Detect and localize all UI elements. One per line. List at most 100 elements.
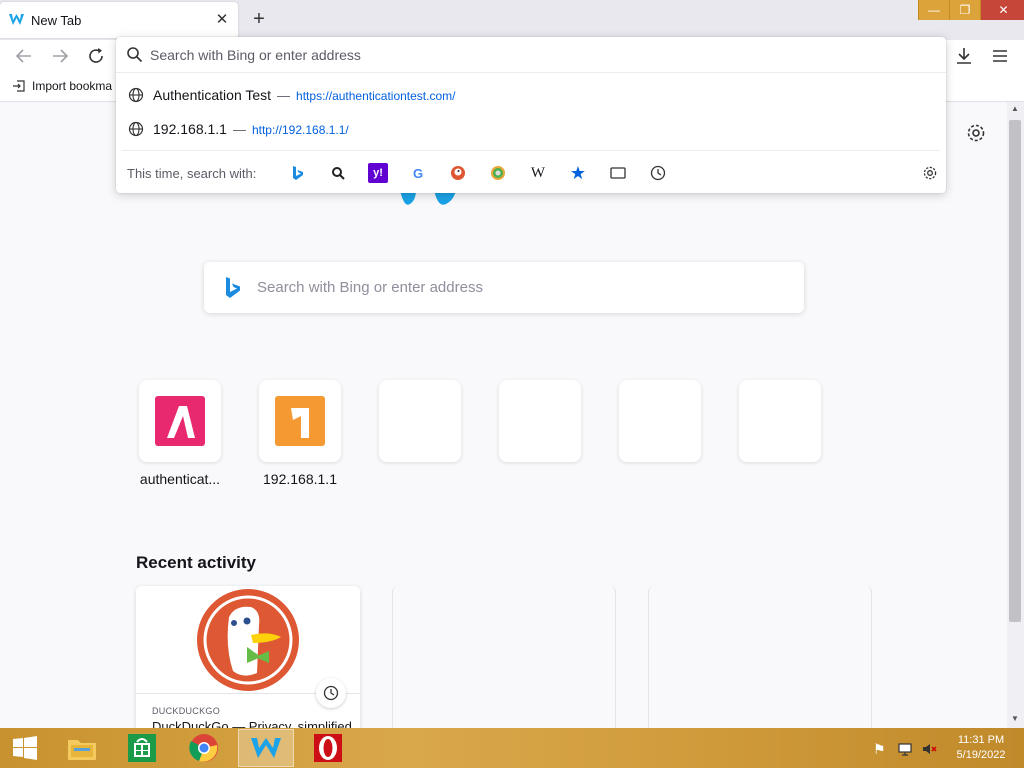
opera-icon xyxy=(314,734,342,762)
startpage-engine-button[interactable] xyxy=(488,163,508,183)
import-bookmarks-label: Import bookma xyxy=(32,79,113,93)
address-input[interactable] xyxy=(150,43,930,67)
tab-title: New Tab xyxy=(31,13,82,28)
duckduckgo-engine-button[interactable] xyxy=(448,163,468,183)
tabs-engine-button[interactable] xyxy=(608,163,628,183)
clock-icon xyxy=(650,165,666,181)
waterfox-logo-icon xyxy=(400,190,456,205)
shortcut-label[interactable]: 192.168.1.1 xyxy=(245,471,355,487)
duckduckgo-icon xyxy=(451,166,465,180)
shortcut-tile-empty[interactable] xyxy=(499,380,581,462)
page-search-placeholder: Search with Bing or enter address xyxy=(257,279,483,296)
volume-muted-icon[interactable] xyxy=(921,741,937,757)
clock-time: 11:31 PM xyxy=(957,734,1005,746)
waterfox-icon xyxy=(9,14,24,25)
wikipedia-engine-button[interactable]: W xyxy=(528,163,548,183)
google-engine-button[interactable]: G xyxy=(408,163,428,183)
store-button[interactable] xyxy=(114,729,170,767)
history-engine-button[interactable] xyxy=(648,163,668,183)
import-bookmarks-item[interactable]: Import bookma xyxy=(12,79,112,93)
bing-engine-button[interactable] xyxy=(288,163,308,183)
page-scrollbar[interactable]: ▲ ▼ xyxy=(1007,102,1024,728)
network-icon[interactable] xyxy=(897,741,913,757)
authentication-tile-icon xyxy=(155,396,205,446)
star-icon: ★ xyxy=(569,162,587,183)
minimize-button[interactable]: — xyxy=(918,0,949,20)
magnifier-icon xyxy=(332,167,345,180)
suggestion-title: Authentication Test xyxy=(153,87,272,103)
shortcut-tile-empty[interactable] xyxy=(379,380,461,462)
tab-icon xyxy=(610,167,626,179)
duckduckgo-logo-icon xyxy=(197,589,299,691)
shortcut-tile-empty[interactable] xyxy=(739,380,821,462)
ebay-engine-button[interactable] xyxy=(328,163,348,183)
import-icon xyxy=(13,80,25,92)
shortcut-tile-empty[interactable] xyxy=(619,380,701,462)
system-clock[interactable]: 11:31 PM 5/19/2022 xyxy=(946,733,1016,763)
clock-icon xyxy=(323,685,339,701)
scrollbar-thumb[interactable] xyxy=(1009,120,1021,622)
page-search-box[interactable]: Search with Bing or enter address xyxy=(204,262,804,313)
recent-activity-heading: Recent activity xyxy=(136,553,256,572)
card-clock-badge xyxy=(316,678,346,708)
gear-icon[interactable] xyxy=(965,122,987,144)
start-button[interactable] xyxy=(0,729,50,767)
folder-icon xyxy=(68,740,96,760)
waterfox-icon xyxy=(251,738,281,758)
action-center-flag-icon[interactable]: ⚑ xyxy=(873,741,889,757)
recent-activity-placeholder xyxy=(392,586,616,746)
bing-icon xyxy=(226,277,240,298)
scroll-up-arrow-icon[interactable]: ▲ xyxy=(1011,104,1019,113)
suggestion-row[interactable]: 192.168.1.1 — http://192.168.1.1/ xyxy=(116,113,946,145)
globe-icon xyxy=(128,121,144,137)
recent-activity-card[interactable]: DUCKDUCKGO DuckDuckGo — Privacy, simplif… xyxy=(136,586,360,746)
globe-icon xyxy=(128,87,144,103)
gear-icon xyxy=(923,166,937,180)
suggestion-row[interactable]: Authentication Test — https://authenticati… xyxy=(116,79,946,111)
google-icon: G xyxy=(412,165,424,181)
one-off-search-bar: This time, search with: y! G W ★ xyxy=(122,150,940,193)
bing-icon xyxy=(293,166,303,180)
search-settings-button[interactable] xyxy=(920,163,940,183)
tab-strip: New Tab ✕ + — ❐ ✕ xyxy=(0,0,1024,40)
opera-button[interactable] xyxy=(300,729,356,767)
yahoo-icon: y! xyxy=(373,167,383,179)
card-source: DUCKDUCKGO xyxy=(152,706,221,716)
file-explorer-button[interactable] xyxy=(54,729,110,767)
windows-logo-icon xyxy=(13,736,37,760)
download-icon[interactable] xyxy=(952,44,976,68)
tab-new-tab[interactable]: New Tab ✕ xyxy=(0,2,238,38)
waterfox-button[interactable] xyxy=(238,729,294,767)
new-tab-button[interactable]: + xyxy=(248,8,270,30)
forward-icon[interactable] xyxy=(48,44,72,68)
clock-date: 5/19/2022 xyxy=(956,749,1006,761)
recent-activity-placeholder xyxy=(648,586,872,746)
windows-taskbar: ⚑ 11:31 PM 5/19/2022 xyxy=(0,728,1024,768)
suggestion-dash: — xyxy=(277,88,291,103)
menu-icon[interactable] xyxy=(988,44,1012,68)
wikipedia-icon: W xyxy=(530,164,546,181)
chrome-icon xyxy=(189,734,218,762)
reload-icon[interactable] xyxy=(84,44,108,68)
scroll-down-arrow-icon[interactable]: ▼ xyxy=(1011,714,1019,723)
urlbar-dropdown: Authentication Test — https://authenticati… xyxy=(116,37,946,193)
maximize-button[interactable]: ❐ xyxy=(949,0,980,20)
close-button[interactable]: ✕ xyxy=(980,0,1024,20)
suggestion-url: https://authenticationtest.com/ xyxy=(296,89,456,103)
shortcut-tile[interactable] xyxy=(259,380,341,462)
startpage-icon xyxy=(491,166,505,180)
yahoo-engine-button[interactable]: y! xyxy=(368,163,388,183)
bookmarks-engine-button[interactable]: ★ xyxy=(568,163,588,183)
shortcut-label[interactable]: authenticat... xyxy=(125,471,235,487)
one-off-label: This time, search with: xyxy=(127,166,257,181)
tab-close-icon[interactable]: ✕ xyxy=(212,10,232,30)
number-one-tile-icon xyxy=(275,396,325,446)
urlbar xyxy=(116,37,946,73)
suggestion-dash: — xyxy=(232,122,246,137)
chrome-button[interactable] xyxy=(176,729,232,767)
store-icon xyxy=(128,734,156,762)
suggestion-url: http://192.168.1.1/ xyxy=(251,123,349,137)
back-icon[interactable] xyxy=(12,44,36,68)
shortcut-tile[interactable] xyxy=(139,380,221,462)
search-icon xyxy=(127,47,143,63)
